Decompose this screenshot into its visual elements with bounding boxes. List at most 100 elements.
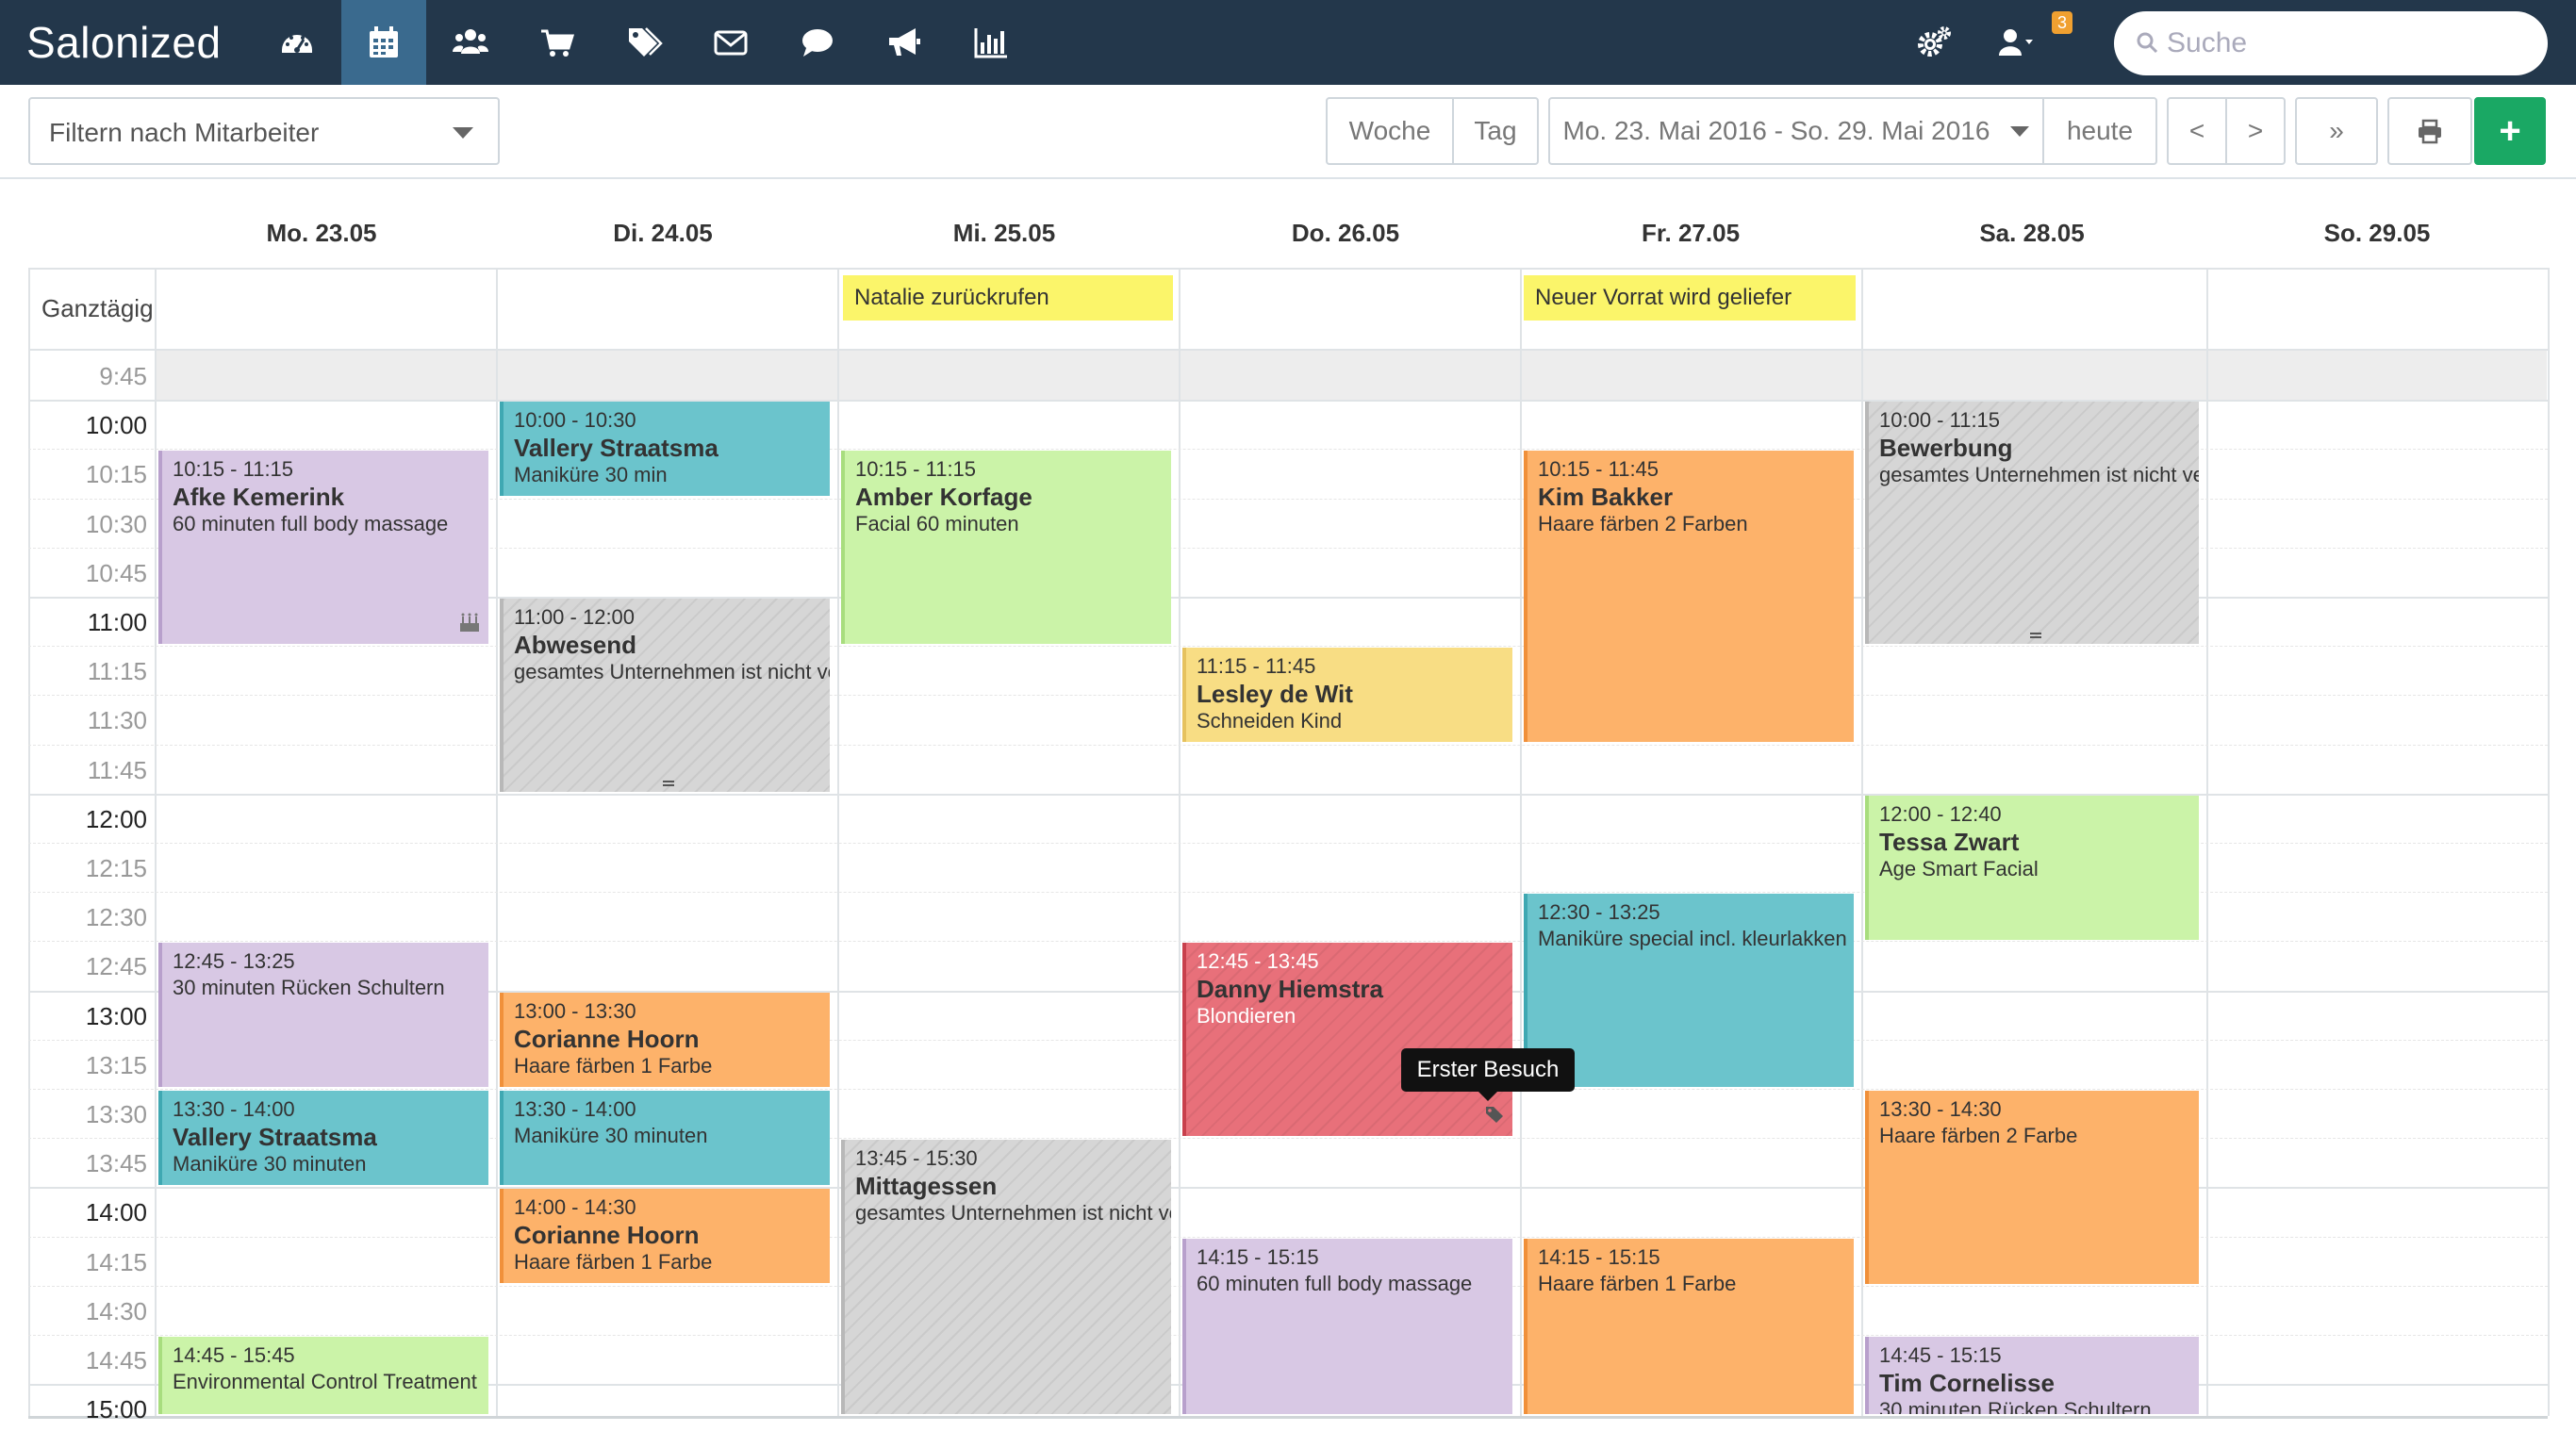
event-title: Mittagessen: [855, 1172, 998, 1200]
print-button[interactable]: [2387, 97, 2472, 165]
chevron-down-icon: [2010, 125, 2030, 137]
chat-icon[interactable]: [775, 0, 860, 85]
all-day-event[interactable]: Natalie zurückrufen: [843, 275, 1173, 321]
time-slot-label: 14:45: [85, 1346, 147, 1374]
grid-line: [496, 268, 498, 1416]
user-icon[interactable]: [1986, 0, 2042, 85]
all-day-event[interactable]: Neuer Vorrat wird geliefer: [1524, 275, 1856, 321]
day-header-sun[interactable]: So. 29.05: [2206, 219, 2548, 253]
megaphone-icon[interactable]: [862, 0, 947, 85]
time-slot-label: 11:00: [87, 608, 147, 636]
appointment-event[interactable]: 10:00 - 10:30 Vallery Straatsma Maniküre 3…: [500, 402, 830, 496]
event-description: Haare färben 1 Farbe: [514, 1250, 713, 1274]
previous-week-button[interactable]: <: [2167, 97, 2227, 165]
event-time: 13:30 - 14:30: [1879, 1097, 2002, 1121]
appointment-event[interactable]: 13:30 - 14:30 Haare färben 2 Farbe: [1865, 1091, 2199, 1284]
event-title: Tessa Zwart: [1879, 828, 2020, 856]
search-input[interactable]: [2167, 25, 2535, 62]
time-slot-label: 11:30: [87, 706, 147, 734]
event-description: Schneiden Kind: [1197, 709, 1343, 732]
event-description: gesamtes Unternehmen ist nicht verfügbar: [514, 660, 830, 683]
day-header-fri[interactable]: Fr. 27.05: [1520, 219, 1861, 253]
appointment-event[interactable]: 10:15 - 11:15 Afke Kemerink 60 minuten ful…: [158, 451, 488, 644]
day-header-tue[interactable]: Di. 24.05: [496, 219, 830, 253]
appointment-event[interactable]: 12:45 - 13:45 Danny Hiemstra Blondieren: [1182, 943, 1512, 1136]
time-slot-label: 14:00: [85, 1198, 147, 1226]
customers-icon[interactable]: [428, 0, 513, 85]
appointment-event[interactable]: 12:00 - 12:40 Tessa Zwart Age Smart Facial: [1865, 796, 2199, 940]
time-slot-label: 13:45: [85, 1149, 147, 1177]
appointment-event[interactable]: 10:15 - 11:15 Amber Korfage Facial 60 minu…: [841, 451, 1171, 644]
mail-icon[interactable]: [688, 0, 773, 85]
appointment-event[interactable]: 13:00 - 13:30 Corianne Hoorn Haare färben …: [500, 993, 830, 1087]
day-header-sat[interactable]: Sa. 28.05: [1861, 219, 2203, 253]
dashboard-icon[interactable]: [255, 0, 339, 85]
event-title: Bewerbung: [1879, 434, 2013, 462]
date-range-dropdown[interactable]: Mo. 23. Mai 2016 - So. 29. Mai 2016: [1548, 97, 2044, 165]
event-time: 10:00 - 10:30: [514, 408, 636, 432]
event-description: Blondieren: [1197, 1004, 1296, 1028]
view-day-button[interactable]: Tag: [1452, 97, 1539, 165]
time-slot-label: 11:45: [87, 756, 147, 784]
day-header-mon[interactable]: Mo. 23.05: [155, 219, 488, 253]
event-time: 12:45 - 13:25: [173, 949, 295, 973]
appointment-event[interactable]: 13:45 - 15:30 Mittagessen gesamtes Unterne…: [841, 1140, 1171, 1414]
gears-icon[interactable]: [1891, 0, 1976, 85]
view-week-button[interactable]: Woche: [1326, 97, 1454, 165]
time-slot-label: 12:15: [85, 854, 147, 882]
resize-handle-icon[interactable]: [2030, 633, 2041, 638]
event-time: 12:30 - 13:25: [1538, 900, 1660, 924]
appointment-event[interactable]: 14:00 - 14:30 Corianne Hoorn Haare färben …: [500, 1189, 830, 1283]
event-time: 14:45 - 15:45: [173, 1343, 295, 1367]
event-time: 13:45 - 15:30: [855, 1146, 978, 1170]
add-appointment-button[interactable]: +: [2474, 97, 2546, 165]
event-title: Afke Kemerink: [173, 483, 345, 511]
time-slot-label: 12:00: [85, 805, 147, 833]
off-hours-block: [155, 351, 2547, 400]
event-time: 12:00 - 12:40: [1879, 802, 2002, 826]
day-header-wed[interactable]: Mi. 25.05: [837, 219, 1171, 253]
appointment-event[interactable]: 13:30 - 14:00 Maniküre 30 minuten: [500, 1091, 830, 1185]
appointment-event[interactable]: 13:30 - 14:00 Vallery Straatsma Maniküre 3…: [158, 1091, 488, 1185]
appointment-event[interactable]: 11:00 - 12:00 Abwesend gesamtes Unternehme…: [500, 599, 830, 792]
top-navbar: Salonized 3: [0, 0, 2576, 85]
appointment-event[interactable]: 14:45 - 15:15 Tim Cornelisse 30 minuten Rü…: [1865, 1337, 2199, 1414]
appointment-event[interactable]: 12:45 - 13:25 30 minuten Rücken Schultern: [158, 943, 488, 1087]
event-description: 30 minuten Rücken Schultern: [173, 976, 445, 999]
tags-icon[interactable]: [602, 0, 686, 85]
appointment-event[interactable]: 11:15 - 11:45 Lesley de Wit Schneiden Kind: [1182, 648, 1512, 742]
resize-handle-icon[interactable]: [663, 781, 674, 786]
calendar-icon[interactable]: [341, 0, 426, 85]
jump-forward-button[interactable]: »: [2295, 97, 2378, 165]
cake-icon: [458, 612, 481, 638]
appointment-event[interactable]: 14:15 - 15:15 60 minuten full body massag…: [1182, 1239, 1512, 1414]
appointment-event[interactable]: 14:15 - 15:15 Haare färben 1 Farbe: [1524, 1239, 1854, 1414]
event-title: Corianne Hoorn: [514, 1221, 700, 1249]
event-time: 10:00 - 11:15: [1879, 408, 2001, 432]
time-slot-label: 13:00: [85, 1002, 147, 1030]
grid-line: [28, 1416, 2548, 1419]
notification-badge: 3: [2052, 11, 2072, 34]
event-description: Haare färben 1 Farbe: [1538, 1272, 1737, 1295]
event-description: Facial 60 minuten: [855, 512, 1019, 535]
date-range-label: Mo. 23. Mai 2016 - So. 29. Mai 2016: [1562, 116, 1990, 145]
next-week-button[interactable]: >: [2225, 97, 2286, 165]
appointment-event[interactable]: 10:15 - 11:45 Kim Bakker Haare färben 2 Fa…: [1524, 451, 1854, 742]
day-header-thu[interactable]: Do. 26.05: [1179, 219, 1512, 253]
search-box[interactable]: [2114, 11, 2548, 75]
all-day-label: Ganztägig: [41, 294, 154, 322]
appointment-event[interactable]: 10:00 - 11:15 Bewerbung gesamtes Unternehm…: [1865, 402, 2199, 644]
tag-icon: [1484, 1104, 1505, 1130]
grid-line: [1861, 268, 1863, 1416]
employee-filter-dropdown[interactable]: Filtern nach Mitarbeiter: [28, 97, 500, 165]
cart-icon[interactable]: [515, 0, 600, 85]
event-description: Maniküre 30 min: [514, 463, 668, 486]
event-title: Kim Bakker: [1538, 483, 1674, 511]
print-icon: [2419, 119, 2441, 144]
reports-icon[interactable]: [949, 0, 1033, 85]
app-logo[interactable]: Salonized: [26, 17, 222, 68]
appointment-event[interactable]: 14:45 - 15:45 Environmental Control Treat…: [158, 1337, 488, 1414]
grid-line: [28, 268, 2548, 270]
event-time: 14:00 - 14:30: [514, 1195, 636, 1219]
today-button[interactable]: heute: [2042, 97, 2157, 165]
